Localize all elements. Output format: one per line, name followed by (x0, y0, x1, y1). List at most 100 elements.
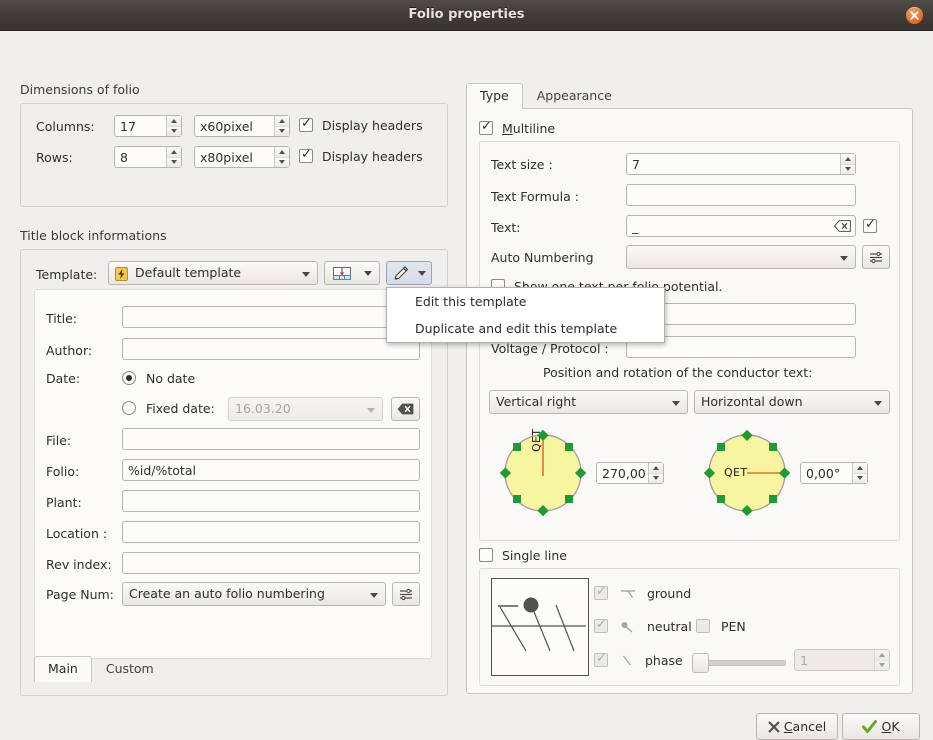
page-num-settings-button[interactable] (392, 582, 420, 606)
file-input[interactable] (122, 428, 420, 450)
columns-size-stepper[interactable] (274, 116, 289, 136)
page-num-combobox[interactable]: Create an auto folio numbering (122, 582, 386, 606)
edit-template-chevron-icon[interactable] (417, 270, 426, 276)
single-line-preview-icon[interactable] (491, 578, 589, 676)
neutral-checkbox-box[interactable]: ✓ (594, 618, 608, 633)
insert-titleblock-button[interactable] (324, 261, 380, 285)
conductor-vertical-angle-up[interactable] (648, 463, 663, 474)
text-formula-label: Text Formula : (491, 189, 579, 204)
columns-display-headers-box[interactable]: ✓ (299, 117, 313, 132)
menu-item-edit-template[interactable]: Edit this template (387, 288, 664, 315)
phase-count-up[interactable] (874, 650, 889, 661)
tab-custom[interactable]: Custom (92, 656, 168, 682)
titleblock-group-label: Title block informations (20, 228, 167, 243)
ok-button[interactable]: OK (842, 713, 920, 740)
columns-size-up[interactable] (274, 116, 289, 127)
phase-count-down[interactable] (874, 660, 889, 670)
phase-symbol-icon (622, 655, 632, 666)
ok-label-rest: K (891, 719, 900, 734)
date-clear-button[interactable] (391, 397, 420, 421)
close-icon[interactable] (906, 7, 923, 24)
text-visible-checkbox[interactable]: ✓ (863, 218, 877, 233)
pen-checkbox[interactable]: PEN (696, 619, 746, 634)
tab-appearance[interactable]: Appearance (523, 83, 626, 109)
phase-slider-handle[interactable] (692, 653, 709, 673)
columns-display-headers-checkbox[interactable]: ✓ Display headers (299, 117, 423, 133)
rev-index-input[interactable] (122, 552, 420, 574)
conductor-horizontal-position-combobox[interactable]: Horizontal down (694, 390, 890, 414)
pen-checkbox-box[interactable] (696, 619, 710, 633)
rows-size-up[interactable] (274, 147, 289, 158)
fixed-date-radio-button[interactable] (122, 401, 136, 415)
columns-size-down[interactable] (274, 126, 289, 136)
lightning-bolt-icon (115, 267, 128, 281)
conductor-horizontal-angle-stepper[interactable] (852, 463, 867, 483)
conductor-vertical-angle-stepper[interactable] (648, 463, 663, 483)
rows-size-down[interactable] (274, 157, 289, 167)
text-size-up[interactable] (840, 154, 855, 165)
text-size-input[interactable] (626, 153, 856, 175)
rows-display-headers-box[interactable]: ✓ (299, 148, 313, 163)
rows-display-headers-checkbox[interactable]: ✓ Display headers (299, 148, 423, 164)
neutral-checkbox[interactable]: ✓ neutral (594, 618, 692, 634)
rows-display-headers-label: Display headers (321, 149, 423, 164)
backspace-icon (397, 403, 414, 415)
tab-main[interactable]: Main (34, 656, 92, 682)
ground-checkbox[interactable]: ✓ ground (594, 585, 691, 601)
conductor-vertical-angle-down[interactable] (648, 473, 663, 483)
text-size-down[interactable] (840, 164, 855, 174)
chevron-down-icon (370, 593, 378, 598)
rows-size-stepper[interactable] (274, 147, 289, 167)
conductor-horizontal-position-value: Horizontal down (701, 394, 803, 409)
menu-item-duplicate-edit-template[interactable]: Duplicate and edit this template (387, 315, 664, 342)
dimensions-group-label: Dimensions of folio (20, 82, 140, 97)
neutral-symbol-icon (621, 622, 633, 633)
phase-count-stepper[interactable] (874, 650, 889, 670)
singleline-checkbox[interactable]: Single line (479, 548, 567, 563)
auto-numbering-settings-button[interactable] (862, 245, 890, 269)
folio-input[interactable] (122, 459, 420, 481)
text-size-stepper[interactable] (840, 154, 855, 174)
author-input[interactable] (122, 338, 420, 360)
columns-count-down[interactable] (166, 126, 181, 136)
cancel-button[interactable]: Cancel (756, 713, 838, 740)
template-combobox[interactable]: Default template (108, 261, 318, 285)
conductor-vertical-text: QET (530, 428, 543, 452)
plant-input[interactable] (122, 490, 420, 512)
fixed-date-radio[interactable]: Fixed date: (122, 401, 215, 416)
no-date-radio-button[interactable] (122, 371, 136, 385)
multiline-checkbox-box[interactable]: ✓ (479, 120, 493, 135)
conductor-preview-vertical[interactable]: QET (500, 428, 586, 516)
fixed-date-input[interactable]: 16.03.20 (228, 397, 383, 421)
text-input[interactable] (626, 215, 856, 237)
phase-checkbox[interactable]: ✓ phase (594, 652, 683, 668)
location-input[interactable] (122, 521, 420, 543)
columns-count-stepper[interactable] (166, 116, 181, 136)
template-context-menu[interactable]: Edit this template Duplicate and edit th… (386, 287, 665, 343)
singleline-checkbox-box[interactable] (479, 548, 493, 562)
rows-count-up[interactable] (166, 147, 181, 158)
text-formula-input[interactable] (626, 184, 856, 206)
template-combobox-value: Default template (135, 265, 242, 280)
rows-count-stepper[interactable] (166, 147, 181, 167)
edit-template-button[interactable] (386, 261, 432, 285)
page-num-label: Page Num: (46, 587, 114, 602)
tab-type[interactable]: Type (466, 83, 523, 109)
no-date-radio[interactable]: No date (122, 371, 195, 386)
conductor-vertical-position-combobox[interactable]: Vertical right (489, 390, 688, 414)
multiline-checkbox[interactable]: ✓ Multiline (479, 120, 555, 136)
title-input[interactable] (122, 306, 420, 328)
phase-checkbox-box[interactable]: ✓ (594, 652, 608, 667)
conductor-horizontal-angle-up[interactable] (852, 463, 867, 474)
rows-count-down[interactable] (166, 157, 181, 167)
phase-count-slider[interactable] (692, 653, 786, 673)
conductor-vertical-position-value: Vertical right (496, 394, 577, 409)
conductor-horizontal-angle-down[interactable] (852, 473, 867, 483)
conductor-preview-horizontal[interactable]: QET (704, 430, 790, 516)
columns-count-up[interactable] (166, 116, 181, 127)
auto-numbering-combobox[interactable] (626, 245, 856, 269)
backspace-icon[interactable] (834, 220, 851, 232)
insert-titleblock-chevron-icon[interactable] (364, 270, 372, 276)
ground-checkbox-box[interactable]: ✓ (594, 585, 608, 600)
columns-label: Columns: (36, 119, 95, 134)
